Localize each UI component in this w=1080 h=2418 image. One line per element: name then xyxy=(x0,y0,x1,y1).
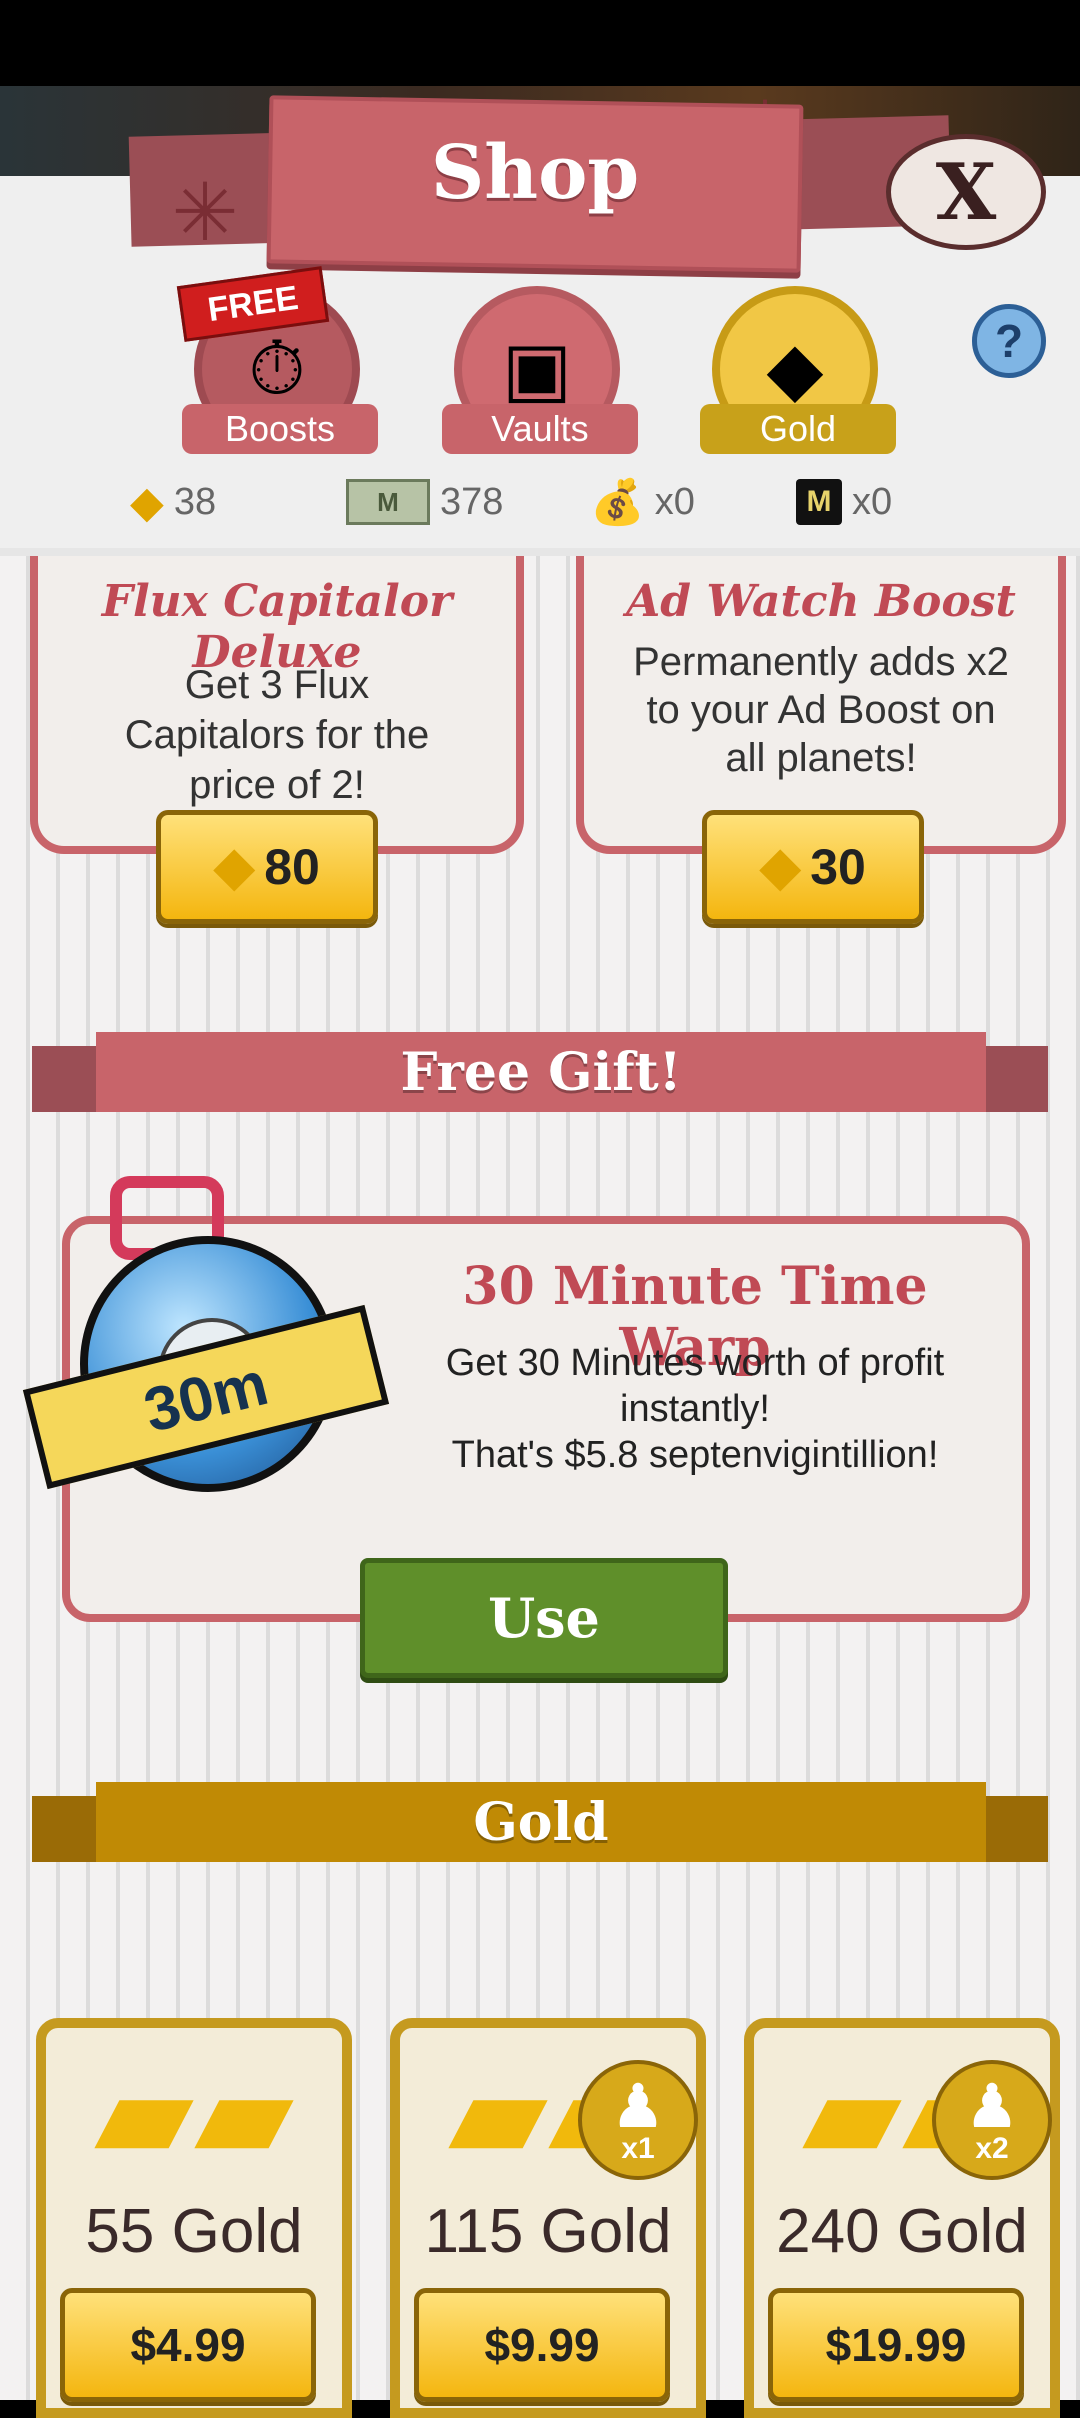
section-title: Free Gift! xyxy=(96,1032,986,1112)
buy-115-gold-button[interactable]: $9.99 xyxy=(414,2288,670,2402)
tab-boosts-label: Boosts xyxy=(182,404,378,454)
stopwatch-icon: $ 30m xyxy=(22,1176,390,1496)
pack-name: 240 Gold xyxy=(776,2197,1028,2266)
multiplier-badge: ♟ x2 xyxy=(932,2060,1052,2180)
tab-gold-label: Gold xyxy=(700,404,896,454)
currency-moneybag: 💰 x0 xyxy=(590,474,695,530)
currency-megabucks: M 378 xyxy=(346,474,503,530)
buy-ad-watch-button[interactable]: ◆ 30 xyxy=(702,810,924,924)
gift-description: Get 30 Minutes worth of profit instantly… xyxy=(420,1340,970,1478)
price-label: 30 xyxy=(810,839,866,895)
tycoon-icon: ♟ xyxy=(966,2074,1018,2139)
close-button[interactable]: X xyxy=(886,134,1046,250)
gold-gem-icon: ◆ xyxy=(130,477,164,527)
flux-chip-icon: M xyxy=(796,479,842,525)
multiplier-badge: ♟ x1 xyxy=(578,2060,698,2180)
currency-moneybag-value: x0 xyxy=(654,480,695,523)
pack-name: 55 Gold xyxy=(85,2197,303,2266)
section-title: Gold xyxy=(96,1782,986,1862)
currency-gold-value: 38 xyxy=(173,480,217,523)
gold-gem-icon: ◆ xyxy=(214,838,255,896)
help-button[interactable]: ? xyxy=(972,304,1046,378)
page-title: Shop xyxy=(430,130,640,216)
atom-decoration-icon: ✳ xyxy=(171,168,239,257)
pack-name: 115 Gold xyxy=(424,2197,672,2266)
card-description: Permanently adds x2 to your Ad Boost on … xyxy=(633,640,1009,780)
tab-vaults-label: Vaults xyxy=(442,404,638,454)
card-title: Ad Watch Boost xyxy=(626,576,1016,627)
currency-flux-value: x0 xyxy=(852,480,893,523)
tab-gold[interactable]: ◆ Gold xyxy=(700,286,896,454)
tycoon-icon: ♟ xyxy=(612,2074,664,2139)
use-button[interactable]: Use xyxy=(360,1558,728,1678)
buy-flux-button[interactable]: ◆ 80 xyxy=(156,810,378,924)
section-gold: Gold xyxy=(32,1782,1048,1862)
money-bag-icon: 💰 xyxy=(590,478,645,527)
price-label: 80 xyxy=(264,839,320,895)
buy-240-gold-button[interactable]: $19.99 xyxy=(768,2288,1024,2402)
gift-description-line: Get 30 Minutes worth of profit instantly… xyxy=(445,1342,945,1430)
card-description: Get 3 Flux Capitalors for the price of 2… xyxy=(124,663,430,807)
megabucks-icon: M xyxy=(346,479,430,525)
tab-vaults[interactable]: ▣ Vaults xyxy=(442,286,638,454)
currency-megabucks-value: 378 xyxy=(440,480,504,523)
gold-pile-icon: ▰▰ xyxy=(94,2040,294,2186)
buy-55-gold-button[interactable]: $4.99 xyxy=(60,2288,316,2402)
gift-description-line: That's $5.8 septenvigintillion! xyxy=(451,1434,939,1476)
currency-flux: M x0 xyxy=(796,474,892,530)
section-free-gift: Free Gift! xyxy=(32,1032,1048,1112)
divider xyxy=(0,548,1080,556)
status-bar xyxy=(0,0,1080,86)
gold-gem-icon: ◆ xyxy=(760,838,801,896)
currency-gold: ◆ 38 xyxy=(130,474,216,530)
